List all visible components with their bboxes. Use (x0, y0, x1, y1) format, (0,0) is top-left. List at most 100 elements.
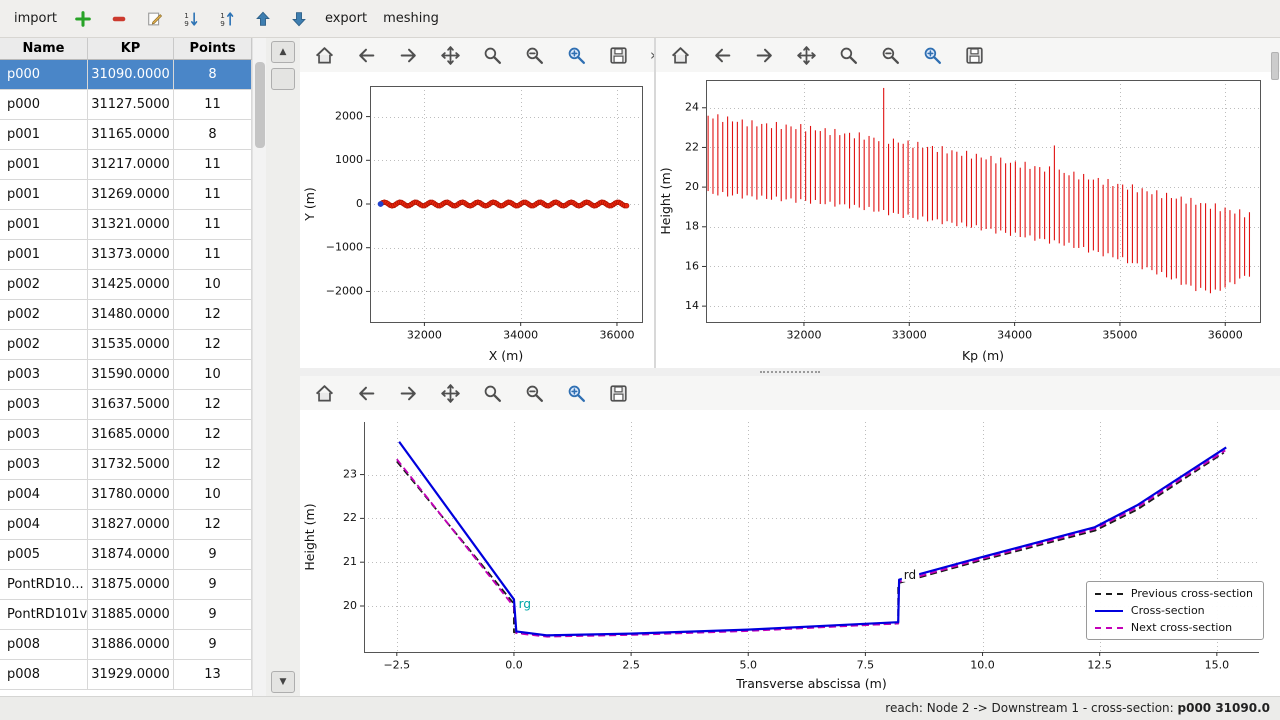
import-button[interactable]: import (14, 11, 57, 26)
panel-scrollbar[interactable]: ▲ ▼ (266, 38, 300, 696)
cell-points: 11 (174, 180, 252, 210)
table-row[interactable]: p00331590.000010 (0, 360, 252, 390)
move-up-icon[interactable] (253, 9, 273, 29)
sort-ascending-icon[interactable]: 19 (217, 9, 237, 29)
cross-section-list-panel: Name KP Points p00031090.00008p00031127.… (0, 38, 300, 696)
cell-name: p001 (0, 150, 88, 180)
cell-kp: 31269.0000 (88, 180, 174, 210)
cell-name: p001 (0, 210, 88, 240)
legend-line-sample (1095, 593, 1123, 595)
profile-view-plot[interactable] (656, 72, 1278, 368)
zoom-select-icon[interactable] (920, 43, 944, 67)
table-row[interactable]: p00131165.00008 (0, 120, 252, 150)
save-icon[interactable] (606, 381, 630, 405)
column-header-points[interactable]: Points (174, 38, 252, 60)
export-button[interactable]: export (325, 11, 367, 26)
scroll-up-button[interactable]: ▲ (271, 41, 295, 63)
plan-view-panel: » (300, 38, 654, 368)
cell-kp: 31929.0000 (88, 660, 174, 690)
table-row[interactable]: p00331637.500012 (0, 390, 252, 420)
table-row[interactable]: p00831886.00009 (0, 630, 252, 660)
save-icon[interactable] (962, 43, 986, 67)
pan-icon[interactable] (438, 43, 462, 67)
cell-name: p002 (0, 270, 88, 300)
table-row[interactable]: p00031127.500011 (0, 90, 252, 120)
back-icon[interactable] (354, 43, 378, 67)
toolbar-icons (312, 43, 630, 67)
table-row[interactable]: PontRD101v31885.00009 (0, 600, 252, 630)
forward-icon[interactable] (396, 43, 420, 67)
back-icon[interactable] (354, 381, 378, 405)
move-down-icon[interactable] (289, 9, 309, 29)
table-row[interactable]: p00531874.00009 (0, 540, 252, 570)
zoom-out-icon[interactable] (522, 43, 546, 67)
save-icon[interactable] (606, 43, 630, 67)
zoom-out-icon[interactable] (878, 43, 902, 67)
cell-name: p002 (0, 300, 88, 330)
scroll-down-button[interactable]: ▼ (271, 671, 295, 693)
forward-icon[interactable] (752, 43, 776, 67)
home-icon[interactable] (312, 381, 336, 405)
cell-kp: 31217.0000 (88, 150, 174, 180)
column-header-kp[interactable]: KP (88, 38, 174, 60)
table-row[interactable]: PontRD10...31875.00009 (0, 570, 252, 600)
column-header-name[interactable]: Name (0, 38, 88, 60)
table-row[interactable]: p00231480.000012 (0, 300, 252, 330)
table-row[interactable]: p00131269.000011 (0, 180, 252, 210)
add-icon[interactable] (73, 9, 93, 29)
splitter-handle[interactable] (760, 371, 820, 373)
profile-view-panel (656, 38, 1280, 368)
cell-name: p004 (0, 480, 88, 510)
panel-scrollbar-thumb[interactable] (271, 68, 295, 90)
cross-section-plot[interactable] (300, 410, 1279, 696)
table-scrollbar-thumb[interactable] (255, 62, 265, 148)
table-row[interactable]: p00331732.500012 (0, 450, 252, 480)
table-row[interactable]: p00131321.000011 (0, 210, 252, 240)
cell-kp: 31685.0000 (88, 420, 174, 450)
table-row[interactable]: p00831929.000013 (0, 660, 252, 690)
sort-descending-icon[interactable]: 19 (181, 9, 201, 29)
meshing-button[interactable]: meshing (383, 11, 439, 26)
pan-icon[interactable] (794, 43, 818, 67)
table-row[interactable]: p00231425.000010 (0, 270, 252, 300)
legend-item: Cross-section (1095, 604, 1253, 617)
table-row[interactable]: p00431827.000012 (0, 510, 252, 540)
pan-icon[interactable] (438, 381, 462, 405)
cell-kp: 31886.0000 (88, 630, 174, 660)
zoom-icon[interactable] (480, 43, 504, 67)
horizontal-splitter[interactable] (300, 368, 1280, 376)
legend-item: Next cross-section (1095, 621, 1253, 634)
cell-kp: 31874.0000 (88, 540, 174, 570)
table-body: p00031090.00008p00031127.500011p00131165… (0, 60, 252, 690)
table-row[interactable]: p00331685.000012 (0, 420, 252, 450)
table-scrollbar[interactable] (252, 38, 266, 696)
home-icon[interactable] (312, 43, 336, 67)
edit-icon[interactable] (145, 9, 165, 29)
legend-line-sample (1095, 610, 1123, 612)
zoom-select-icon[interactable] (564, 381, 588, 405)
toolbar-icons (668, 43, 986, 67)
cell-kp: 31637.5000 (88, 390, 174, 420)
home-icon[interactable] (668, 43, 692, 67)
table-row[interactable]: p00431780.000010 (0, 480, 252, 510)
back-icon[interactable] (710, 43, 734, 67)
application-window: import 19 19 export meshing (0, 0, 1280, 720)
zoom-select-icon[interactable] (564, 43, 588, 67)
zoom-icon[interactable] (480, 381, 504, 405)
zoom-icon[interactable] (836, 43, 860, 67)
cell-name: p001 (0, 240, 88, 270)
remove-icon[interactable] (109, 9, 129, 29)
cell-points: 11 (174, 210, 252, 240)
plan-view-plot[interactable] (300, 72, 654, 368)
legend: Previous cross-sectionCross-sectionNext … (1086, 581, 1264, 640)
zoom-out-icon[interactable] (522, 381, 546, 405)
table-row[interactable]: p00131217.000011 (0, 150, 252, 180)
forward-icon[interactable] (396, 381, 420, 405)
right-scrollbar-thumb[interactable] (1271, 52, 1279, 80)
table-row[interactable]: p00131373.000011 (0, 240, 252, 270)
main-area: Name KP Points p00031090.00008p00031127.… (0, 38, 1280, 696)
table-row[interactable]: p00231535.000012 (0, 330, 252, 360)
cell-kp: 31780.0000 (88, 480, 174, 510)
cell-name: PontRD10... (0, 570, 88, 600)
table-row[interactable]: p00031090.00008 (0, 60, 252, 90)
